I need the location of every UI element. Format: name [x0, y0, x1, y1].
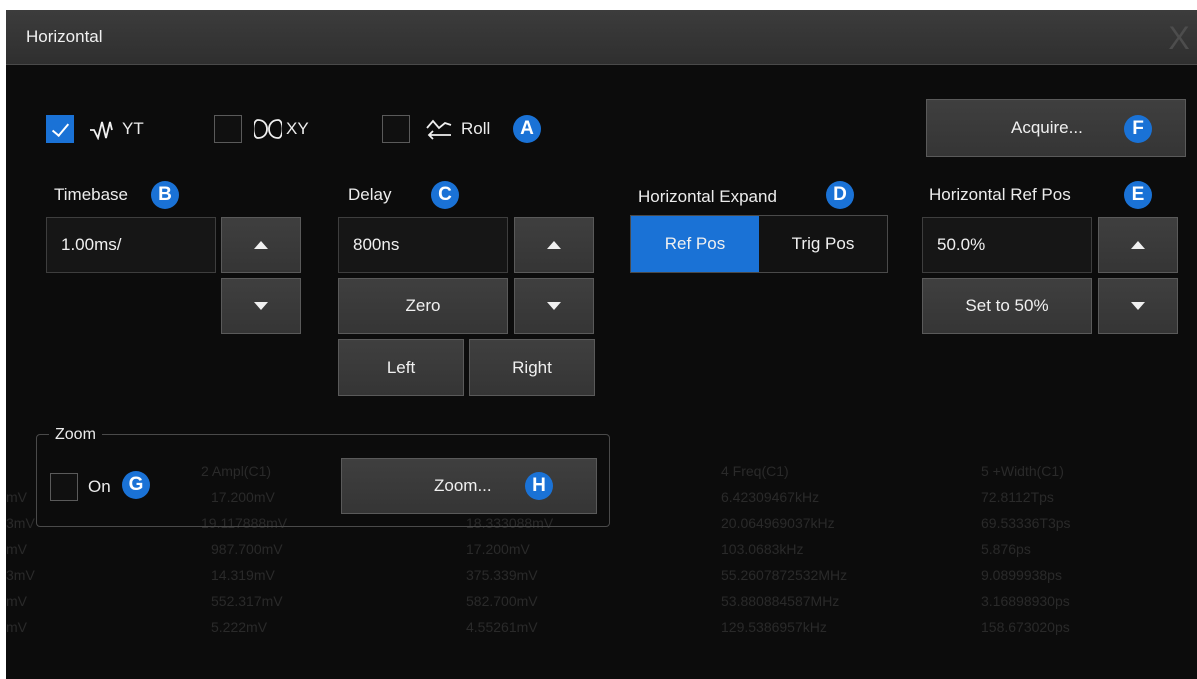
delay-label: Delay [348, 185, 392, 204]
delay-right-label: Right [512, 357, 552, 377]
arrow-up-icon [254, 241, 268, 249]
set-to-50-label: Set to 50% [965, 296, 1049, 315]
delay-zero-label: Zero [405, 296, 441, 315]
table-row: mV 987.700mV 17.200mV 103.0683kHz 5.876p… [6, 541, 1031, 557]
arrow-down-icon [1131, 302, 1145, 310]
callout-d-badge: D [826, 181, 854, 209]
zoom-on-checkbox[interactable] [50, 473, 78, 501]
arrow-down-icon [254, 302, 268, 310]
yt-checkbox[interactable] [46, 115, 74, 143]
lissajous-xy-icon [254, 119, 282, 139]
ref-pos-field[interactable]: 50.0% [922, 217, 1092, 273]
acquire-button-label: Acquire... [1011, 118, 1083, 137]
zoom-on-label: On [88, 477, 111, 496]
set-to-50-button[interactable]: Set to 50% [922, 278, 1092, 334]
close-icon[interactable]: X [1161, 18, 1197, 58]
table-row: 3mV 14.319mV 375.339mV 55.2607872532MHz … [6, 567, 1062, 583]
delay-right-button[interactable]: Right [469, 339, 595, 396]
zoom-group-label: Zoom [49, 426, 102, 444]
ref-pos-label: Horizontal Ref Pos [929, 185, 1071, 204]
callout-a-badge: A [513, 115, 541, 143]
delay-down-button[interactable] [514, 278, 594, 334]
xy-label: XY [286, 119, 309, 138]
timebase-label: Timebase [54, 185, 129, 204]
ref-pos-up-button[interactable] [1098, 217, 1178, 273]
roll-arrows-icon [426, 119, 452, 140]
roll-label: Roll [461, 119, 491, 138]
ref-pos-down-button[interactable] [1098, 278, 1178, 334]
callout-c-badge: C [431, 181, 459, 209]
roll-checkbox[interactable] [382, 115, 410, 143]
delay-field[interactable]: 800ns [338, 217, 508, 273]
arrow-up-icon [1131, 241, 1145, 249]
sine-yt-icon [90, 121, 113, 140]
dialog-title: Horizontal [26, 27, 103, 46]
horizontal-expand-label: Horizontal Expand [638, 187, 777, 206]
timebase-down-button[interactable] [221, 278, 301, 334]
arrow-up-icon [547, 241, 561, 249]
title-bar: Horizontal X [6, 10, 1197, 65]
callout-e-badge: E [1124, 181, 1152, 209]
callout-g-badge: G [122, 471, 150, 499]
horizontal-dialog: 2 Ampl(C1) 3 Max(C1) 4 Freq(C1) 5 +Width… [6, 10, 1197, 679]
callout-b-badge: B [151, 181, 179, 209]
delay-up-button[interactable] [514, 217, 594, 273]
horizontal-expand-toggle: Ref Pos Trig Pos [630, 215, 888, 273]
zoom-button-label: Zoom... [434, 476, 492, 495]
callout-h-badge: H [525, 472, 553, 500]
timebase-field[interactable]: 1.00ms/ [46, 217, 216, 273]
zoom-button[interactable]: Zoom... [341, 458, 597, 514]
delay-left-label: Left [386, 357, 416, 377]
delay-left-button[interactable]: Left [338, 339, 464, 396]
yt-label: YT [122, 119, 144, 138]
arrow-down-icon [547, 302, 561, 310]
expand-option-trig-pos[interactable]: Trig Pos [759, 216, 887, 272]
table-row: mV 552.317mV 582.700mV 53.880884587MHz 3… [6, 593, 1070, 609]
table-row: mV 5.222mV 4.55261mV 129.5386957kHz 158.… [6, 619, 1070, 635]
timebase-up-button[interactable] [221, 217, 301, 273]
expand-option-ref-pos[interactable]: Ref Pos [631, 216, 759, 272]
callout-f-badge: F [1124, 115, 1152, 143]
delay-zero-button[interactable]: Zero [338, 278, 508, 334]
xy-checkbox[interactable] [214, 115, 242, 143]
